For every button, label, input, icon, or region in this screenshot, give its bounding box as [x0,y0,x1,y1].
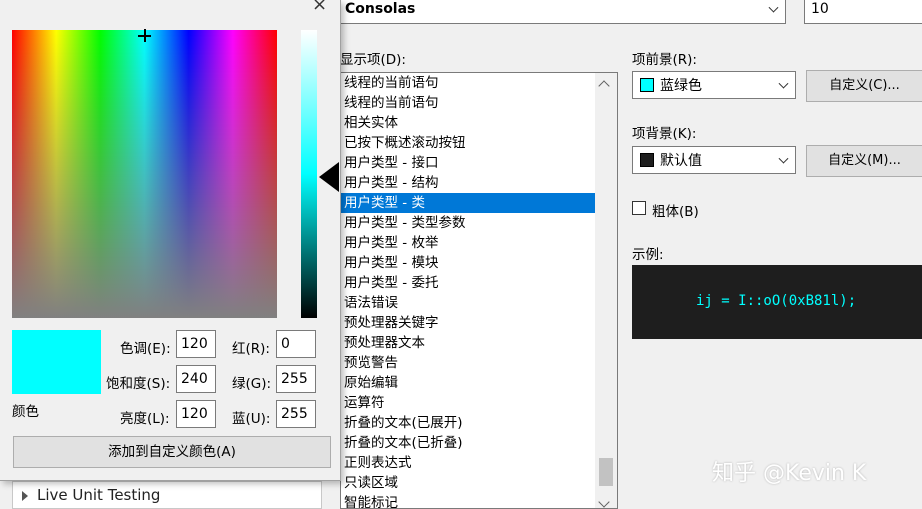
background-value: 默认值 [660,153,702,169]
hue-input[interactable]: 120 [176,330,216,358]
list-item[interactable]: 用户类型 - 枚举 [341,233,617,253]
list-item[interactable]: 线程的当前语句 [341,93,617,113]
background-custom-button[interactable]: 自定义(M)... [806,145,922,177]
lum-input[interactable]: 120 [176,400,216,428]
luminance-arrow-icon[interactable] [319,162,339,192]
list-item[interactable]: 用户类型 - 委托 [341,273,617,293]
foreground-label: 项前景(R): [632,52,697,68]
bold-label[interactable]: 粗体(B) [652,200,699,220]
list-item[interactable]: 智能标记 [341,493,617,508]
list-item[interactable]: 用户类型 - 类型参数 [341,213,617,233]
font-combo-value: Consolas [345,1,416,17]
list-item[interactable]: 用户类型 - 结构 [341,173,617,193]
bold-checkbox[interactable] [632,201,646,215]
tree-item-live-unit-testing[interactable]: Live Unit Testing [12,481,322,509]
display-items-list[interactable]: 线程的当前语句 线程的当前语句 相关实体 已按下概述滚动按钮 用户类型 - 接口 用户类型… [340,72,618,509]
size-combo[interactable]: 10 [804,0,922,24]
display-items-container: 线程的当前语句 线程的当前语句 相关实体 已按下概述滚动按钮 用户类型 - 接口 用户类型… [341,73,617,508]
list-item[interactable]: 语法错误 [341,293,617,313]
list-item[interactable]: 正则表达式 [341,453,617,473]
sample-label: 示例: [632,247,664,263]
blue-input[interactable]: 255 [276,400,316,428]
hue-saturation-spectrum[interactable] [12,29,277,318]
background-swatch [640,153,654,167]
chevron-down-icon [778,78,789,89]
watermark: 知乎 @Kevin K [712,461,867,486]
list-item[interactable]: 已按下概述滚动按钮 [341,133,617,153]
red-label: 红(R): [232,341,270,357]
chevron-down-icon [768,2,779,13]
display-items-label: 显示项(D): [340,52,406,68]
list-item[interactable]: 运算符 [341,393,617,413]
color-preview [12,330,101,394]
list-item[interactable]: 折叠的文本(已折叠) [341,433,617,453]
blue-label: 蓝(U): [232,411,271,427]
luminance-slider[interactable] [301,30,317,318]
foreground-value: 蓝绿色 [660,78,702,94]
size-combo-value: 10 [811,1,829,17]
tree-item-label: Live Unit Testing [37,486,161,504]
list-item[interactable]: 用户类型 - 类 [341,193,617,213]
color-picker-dialog: × 颜色 色调(E): 120 饱和度(S): 240 亮度(L): 120 红… [0,0,341,481]
background-custom-label: 自定义(M)... [828,153,901,168]
list-item[interactable]: 折叠的文本(已展开) [341,413,617,433]
red-input[interactable]: 0 [276,330,316,358]
list-item[interactable]: 预处理器关键字 [341,313,617,333]
foreground-swatch [640,78,654,92]
scroll-thumb[interactable] [599,458,613,486]
hue-label: 色调(E): [120,341,171,357]
foreground-custom-button[interactable]: 自定义(C)... [806,70,922,102]
scroll-up-icon[interactable] [598,80,610,92]
foreground-combo[interactable]: 蓝绿色 [632,71,796,99]
list-item[interactable]: 预览警告 [341,353,617,373]
add-custom-color-label: 添加到自定义颜色(A) [108,444,236,460]
font-combo[interactable]: Consolas [338,0,786,24]
scroll-down-icon[interactable] [598,496,610,508]
add-custom-color-button[interactable]: 添加到自定义颜色(A) [13,436,331,468]
expand-arrow-icon[interactable] [22,491,28,501]
green-input[interactable]: 255 [276,365,316,393]
sat-label: 饱和度(S): [106,376,171,392]
list-item[interactable]: 用户类型 - 模块 [341,253,617,273]
lum-label: 亮度(L): [120,411,170,427]
chevron-down-icon [778,153,789,164]
list-item[interactable]: 相关实体 [341,113,617,133]
sample-code: ij = I::oO(0xB81l); [696,293,857,309]
close-icon[interactable]: × [312,0,327,15]
list-item[interactable]: 线程的当前语句 [341,73,617,93]
crosshair-icon[interactable] [138,29,151,42]
color-preview-label: 颜色 [12,404,39,420]
background-label: 项背景(K): [632,126,697,142]
sample-preview: ij = I::oO(0xB81l); [632,265,922,339]
list-item[interactable]: 预处理器文本 [341,333,617,353]
list-item[interactable]: 只读区域 [341,473,617,493]
list-scrollbar[interactable] [595,73,617,508]
green-label: 绿(G): [232,376,272,392]
list-item[interactable]: 原始编辑 [341,373,617,393]
list-item[interactable]: 用户类型 - 接口 [341,153,617,173]
sat-input[interactable]: 240 [176,365,216,393]
background-combo[interactable]: 默认值 [632,146,796,174]
foreground-custom-label: 自定义(C)... [829,78,900,93]
